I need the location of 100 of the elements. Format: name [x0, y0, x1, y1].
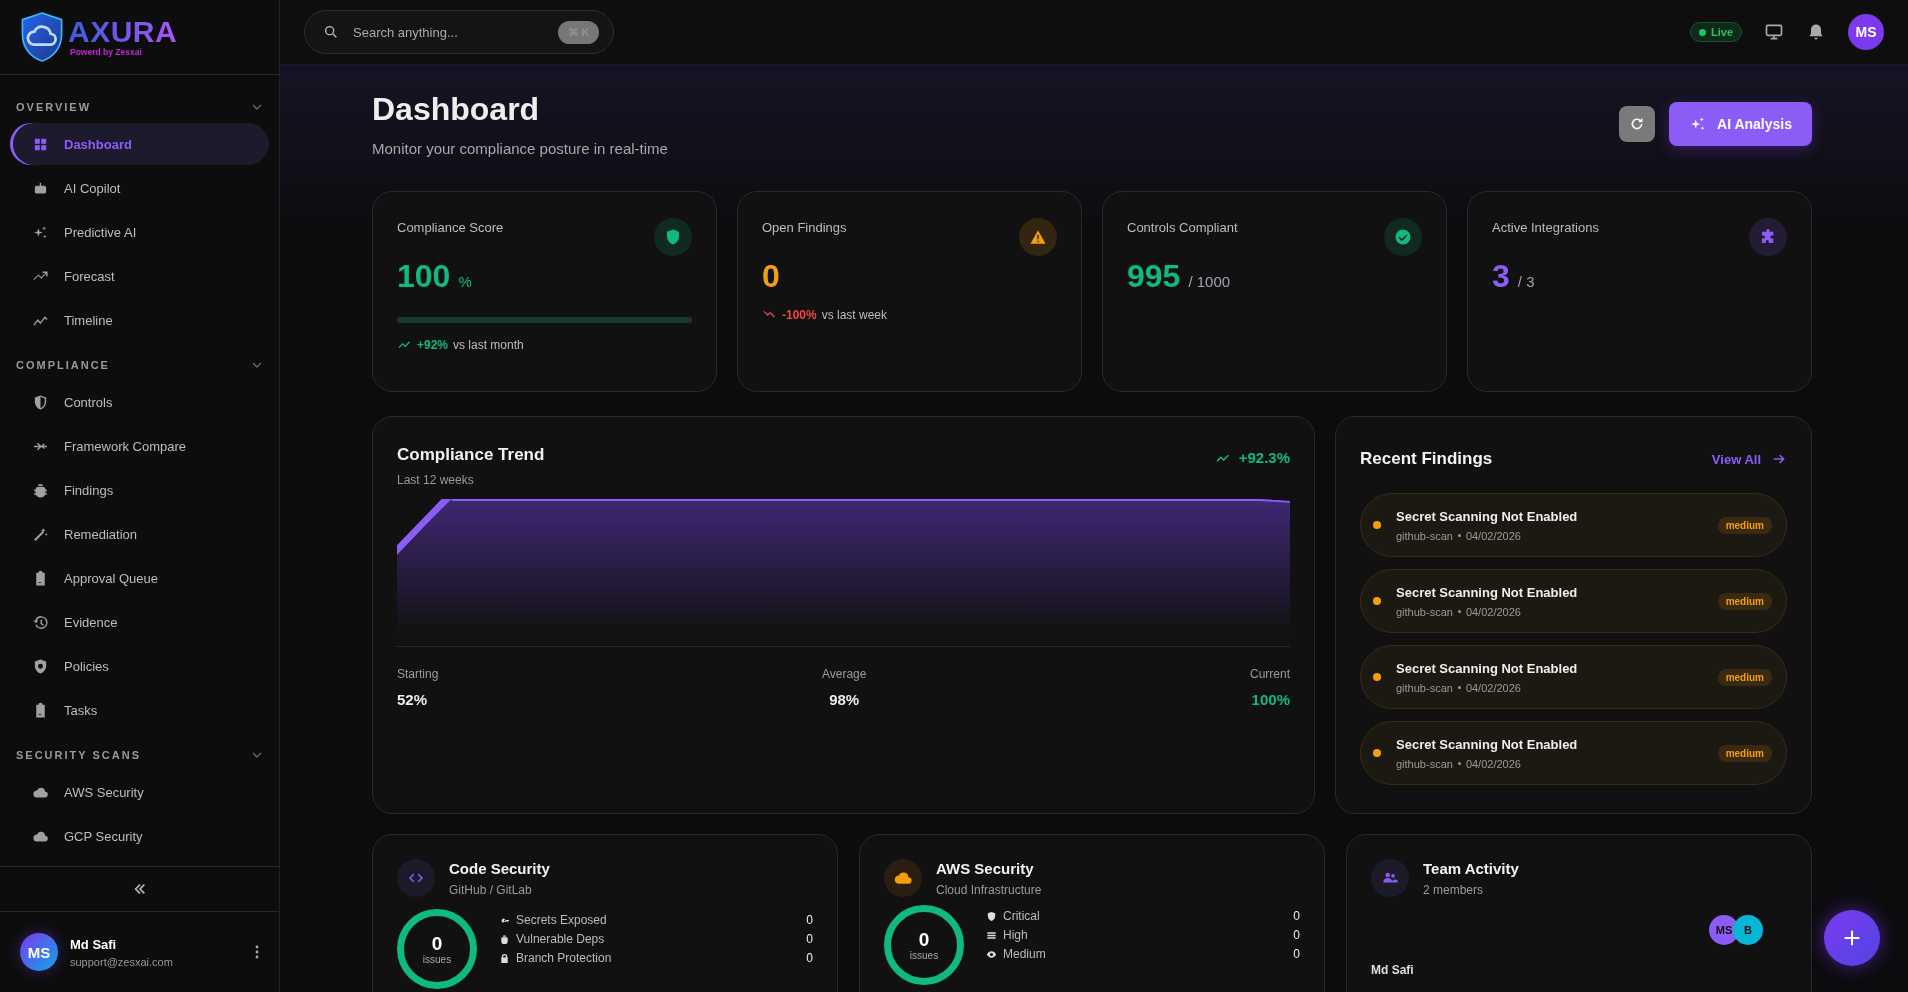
view-all-link[interactable]: View All [1711, 451, 1787, 467]
sidebar-item[interactable]: Forecast [10, 255, 269, 297]
finding-item[interactable]: Secret Scanning Not Enabled github-scan 04/02/2026 medium [1360, 493, 1787, 557]
row-icon [986, 910, 997, 922]
row-label: Branch Protection [516, 951, 613, 965]
finding-date: 04/02/2026 [1465, 681, 1521, 694]
card-title: AWS Security [936, 859, 1035, 877]
stat-label: Controls Compliant [1127, 220, 1238, 235]
finding-source: github-scan [1396, 529, 1453, 542]
stat-unit: / 3 [1517, 273, 1535, 290]
summary-value: 98% [829, 691, 860, 708]
finding-title: Secret Scanning Not Enabled [1396, 736, 1579, 752]
row-icon [499, 933, 510, 945]
nav-icon [31, 481, 49, 499]
card-title: Compliance Trend [397, 445, 545, 465]
page-title: Dashboard [372, 91, 541, 128]
row-value: 0 [806, 932, 813, 946]
shield-logo-icon [20, 12, 64, 62]
trend-note: vs last month [453, 337, 524, 352]
finding-title: Secret Scanning Not Enabled [1396, 584, 1579, 600]
finding-item[interactable]: Secret Scanning Not Enabled github-scan 04/02/2026 medium [1360, 569, 1787, 633]
user-name: Md Safi [70, 936, 118, 952]
stat-value: 995 [1127, 258, 1181, 295]
sidebar-item[interactable]: Predictive AI [10, 211, 269, 253]
finding-item[interactable]: Secret Scanning Not Enabled github-scan 04/02/2026 medium [1360, 721, 1787, 785]
sidebar-item[interactable]: Remediation [10, 513, 269, 555]
nav-icon [31, 613, 49, 631]
card-subtitle: Last 12 weeks [397, 473, 475, 487]
trend-change: -100% [782, 307, 817, 322]
finding-source: github-scan [1396, 681, 1453, 694]
sidebar-item[interactable]: Controls [10, 381, 269, 423]
finding-source: github-scan [1396, 605, 1453, 618]
row-label: Medium [1003, 947, 1047, 961]
finding-title: Secret Scanning Not Enabled [1396, 508, 1579, 524]
profile-avatar[interactable]: MS [1848, 14, 1884, 50]
finding-date: 04/02/2026 [1465, 605, 1521, 618]
refresh-button[interactable] [1619, 106, 1656, 142]
add-button[interactable] [1824, 910, 1880, 966]
stat-value: 3 [1492, 258, 1510, 295]
severity-badge: medium [1717, 592, 1772, 610]
finding-item[interactable]: Secret Scanning Not Enabled github-scan 04/02/2026 medium [1360, 645, 1787, 709]
sidebar-item[interactable]: AWS Security [10, 771, 269, 813]
brand-tagline: Powerd by Zesxai [70, 47, 143, 57]
stat-unit: / 1000 [1188, 273, 1231, 290]
stat-unit: % [458, 273, 472, 290]
monitor-icon[interactable] [1764, 22, 1784, 42]
row-label: Vulnerable Deps [516, 932, 606, 946]
live-badge: Live [1690, 22, 1742, 42]
sidebar-item[interactable]: Dashboard [10, 123, 269, 165]
card-subtitle: 2 members [1423, 882, 1485, 897]
nav-icon [31, 525, 49, 543]
finding-source: github-scan [1396, 757, 1453, 770]
card-subtitle: Cloud Infrastructure [936, 882, 1042, 897]
summary-value: 52% [397, 691, 429, 708]
card-title: Recent Findings [1360, 449, 1493, 469]
more-icon[interactable] [255, 945, 259, 959]
stat-value: 100 [397, 258, 451, 295]
row-value: 0 [1293, 909, 1300, 923]
section-title: OVERVIEW [16, 101, 92, 113]
sidebar-item[interactable]: Timeline [10, 299, 269, 341]
sidebar-item[interactable]: Policies [10, 645, 269, 687]
double-chevron-icon [132, 882, 147, 896]
row-label: Secrets Exposed [516, 913, 608, 927]
card-icon [884, 859, 922, 897]
row-value: 0 [1293, 947, 1300, 961]
member-avatar: B [1733, 915, 1763, 945]
summary-label: Starting [397, 667, 439, 681]
stat-label: Active Integrations [1492, 220, 1599, 235]
sidebar-item[interactable]: Tasks [10, 689, 269, 731]
row-icon [986, 948, 997, 960]
severity-badge: medium [1717, 668, 1772, 686]
finding-title: Secret Scanning Not Enabled [1396, 660, 1579, 676]
section-title: SECURITY SCANS [16, 749, 141, 761]
member-name: Md Safi [1371, 963, 1415, 977]
sidebar-item[interactable]: Evidence [10, 601, 269, 643]
row-label: Critical [1003, 909, 1041, 923]
sidebar-item[interactable]: Approval Queue [10, 557, 269, 599]
row-icon [986, 929, 997, 941]
summary-label: Average [821, 667, 867, 681]
search-field[interactable]: Search anything... [351, 23, 546, 41]
finding-date: 04/02/2026 [1465, 757, 1521, 770]
finding-date: 04/02/2026 [1465, 529, 1521, 542]
stat-label: Open Findings [762, 220, 847, 235]
row-icon [499, 952, 510, 964]
sidebar-item[interactable]: Findings [10, 469, 269, 511]
issues-ring: 0 issues [884, 905, 964, 985]
sidebar-item[interactable]: AI Copilot [10, 167, 269, 209]
card-icon [1371, 859, 1409, 897]
severity-badge: medium [1717, 516, 1772, 534]
card-subtitle: GitHub / GitLab [449, 882, 533, 897]
trend-change: +92.3% [1238, 449, 1290, 466]
user-avatar: MS [20, 933, 58, 971]
summary-label: Current [1249, 667, 1290, 681]
sidebar-item[interactable]: GCP Security [10, 815, 269, 857]
row-value: 0 [1293, 928, 1300, 942]
card-title: Code Security [449, 859, 550, 877]
sidebar-item[interactable]: Framework Compare [10, 425, 269, 467]
search-icon [323, 24, 339, 40]
card-icon [397, 859, 435, 897]
ai-analysis-button[interactable]: AI Analysis [1669, 102, 1812, 146]
